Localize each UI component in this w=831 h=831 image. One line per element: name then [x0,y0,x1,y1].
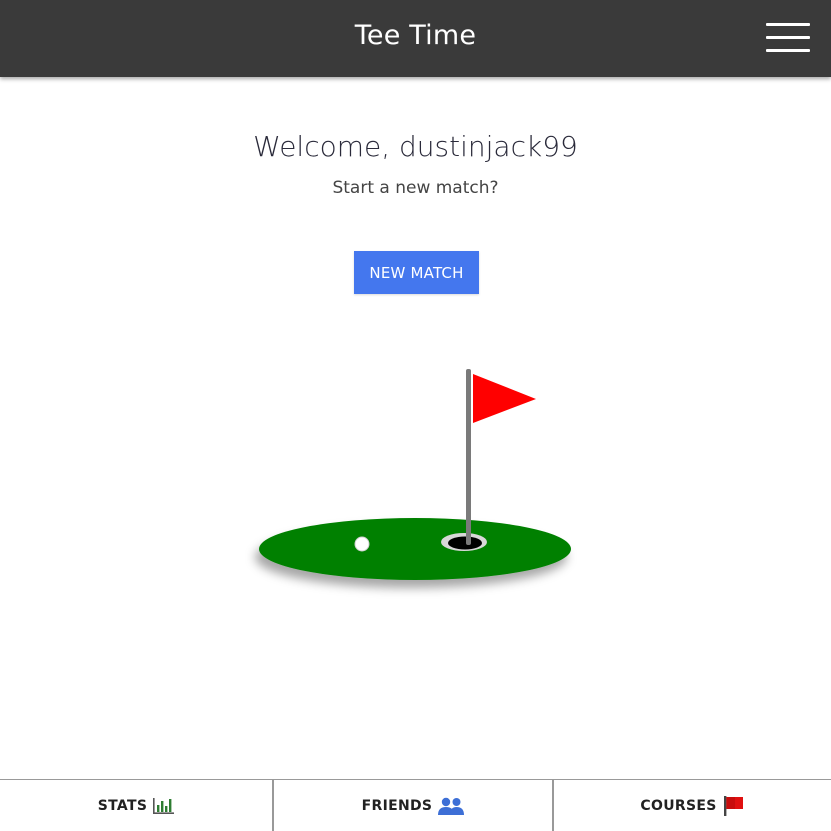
welcome-subtitle: Start a new match? [332,178,499,198]
red-flag-icon [723,796,745,816]
new-match-button[interactable]: NEW MATCH [354,251,479,294]
app-title: Tee Time [354,20,477,51]
golf-ball [354,536,370,552]
golf-green-illustration [240,360,600,600]
top-app-bar: Tee Time [0,0,831,77]
menu-line [766,49,810,52]
menu-line [766,23,810,26]
putting-green [259,518,571,580]
nav-courses[interactable]: COURSES [554,780,831,831]
people-icon [438,797,465,815]
nav-friends[interactable]: FRIENDS [274,780,554,831]
red-flag [473,374,536,423]
nav-friends-label: FRIENDS [361,798,433,814]
welcome-heading: Welcome, dustinjack99 [253,130,578,163]
bottom-navigation: STATS FRIENDS COURSES [0,779,831,831]
flag-pole [466,369,471,545]
nav-stats-label: STATS [97,798,148,814]
nav-courses-label: COURSES [640,798,717,814]
hamburger-menu-icon[interactable] [766,22,810,54]
golf-green-svg [259,369,571,580]
menu-line [766,36,810,39]
golf-hole [448,536,482,550]
nav-stats[interactable]: STATS [0,780,274,831]
bar-chart-icon [153,798,175,814]
